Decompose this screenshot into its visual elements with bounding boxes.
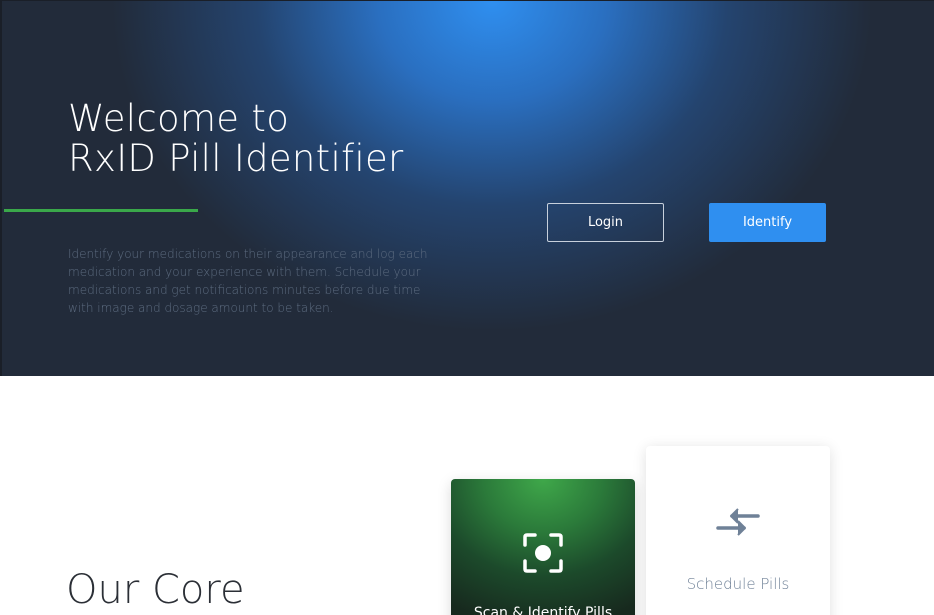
scan-identify-card[interactable]: Scan & Identify Pills bbox=[451, 479, 635, 615]
schedule-pills-card[interactable]: Schedule Pills bbox=[646, 446, 830, 615]
hero-section: Welcome to RxID Pill Identifier Identify… bbox=[0, 0, 934, 376]
identify-button[interactable]: Identify bbox=[709, 203, 826, 242]
arrows-exchange-icon bbox=[716, 508, 760, 536]
schedule-pills-label: Schedule Pills bbox=[686, 575, 790, 593]
hero-title: Welcome to RxID Pill Identifier bbox=[68, 99, 404, 179]
scan-focus-icon bbox=[523, 533, 563, 573]
hero-title-line-2: RxID Pill Identifier bbox=[68, 137, 404, 180]
core-section-title: Our Core bbox=[66, 567, 245, 613]
login-button[interactable]: Login bbox=[547, 203, 664, 242]
scan-identify-label: Scan & Identify Pills bbox=[473, 605, 613, 615]
hero-description: Identify your medications on their appea… bbox=[68, 247, 428, 315]
accent-divider bbox=[4, 209, 198, 212]
hero-title-line-1: Welcome to bbox=[68, 97, 290, 140]
